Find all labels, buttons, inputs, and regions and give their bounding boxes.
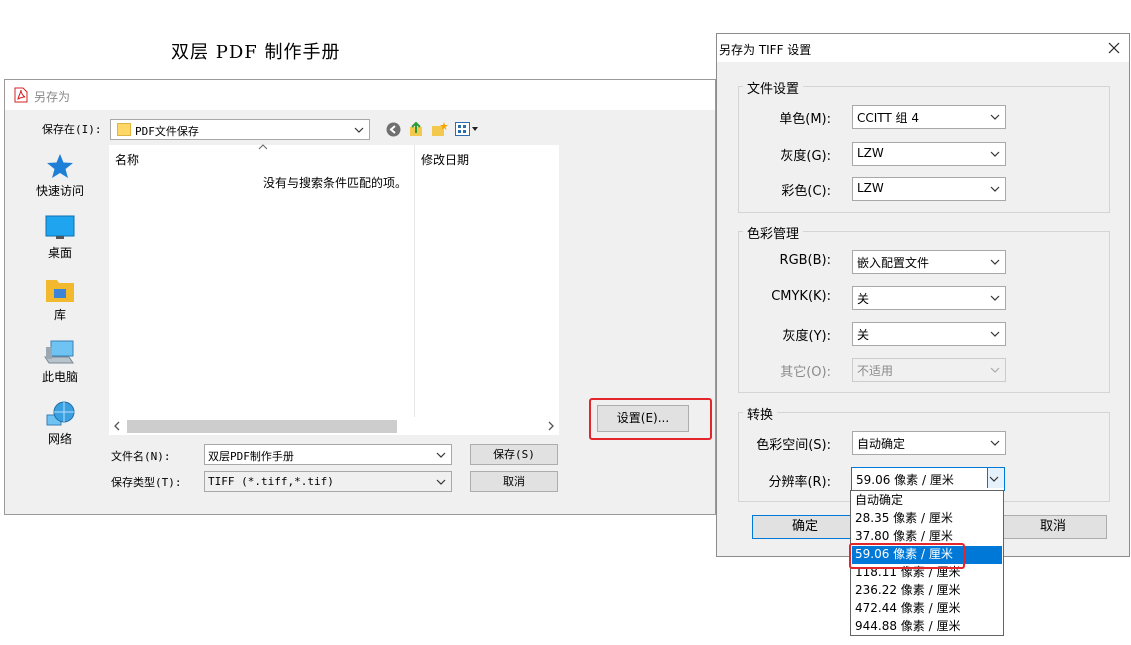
other-select: 不适用: [852, 358, 1006, 382]
back-icon[interactable]: [386, 122, 401, 137]
scroll-right-icon[interactable]: [547, 421, 555, 431]
resolution-option[interactable]: 944.88 像素 / 厘米: [852, 618, 1002, 636]
place-quick-access[interactable]: 快速访问: [11, 153, 109, 199]
filetype-value: TIFF (*.tiff,*.tif): [208, 475, 334, 488]
save-in-combo[interactable]: PDF文件保存: [110, 119, 370, 140]
cm-gray-value: 关: [857, 328, 870, 342]
desktop-icon: [45, 215, 75, 239]
mono-select[interactable]: CCITT 组 4: [852, 105, 1006, 129]
place-label: 库: [53, 308, 66, 322]
cm-gray-label: 灰度(Y):: [782, 329, 831, 344]
sort-up-icon: [258, 144, 268, 150]
rgb-value: 嵌入配置文件: [857, 256, 930, 270]
dialog-title: 另存为 TIFF 设置: [719, 43, 812, 57]
chevron-down-icon: [990, 367, 1000, 373]
column-header-date[interactable]: 修改日期: [421, 151, 469, 168]
chevron-down-icon: [990, 151, 1000, 157]
save-in-value: PDF文件保存: [135, 125, 199, 138]
scrollbar-thumb[interactable]: [127, 420, 397, 433]
view-menu-icon[interactable]: [455, 122, 479, 136]
computer-icon: [44, 340, 74, 364]
folder-icon: [117, 123, 131, 136]
colorspace-select[interactable]: 自动确定: [852, 431, 1006, 455]
network-icon: [46, 401, 75, 426]
gray-value: LZW: [857, 146, 884, 160]
filetype-select[interactable]: TIFF (*.tiff,*.tif): [204, 471, 452, 492]
places-bar: 快速访问 桌面 库 此电脑 网络: [11, 145, 109, 510]
color-select[interactable]: LZW: [852, 177, 1006, 201]
other-value: 不适用: [857, 364, 894, 378]
place-network[interactable]: 网络: [11, 401, 109, 447]
save-in-label: 保存在(I):: [42, 123, 102, 136]
chevron-down-icon: [990, 186, 1000, 192]
document-title: 双层 PDF 制作手册: [171, 42, 341, 63]
column-divider: [414, 145, 415, 417]
gray-label: 灰度(G):: [780, 149, 831, 164]
mono-label: 单色(M):: [779, 112, 831, 127]
scroll-left-icon[interactable]: [113, 421, 121, 431]
empty-message: 没有与搜索条件匹配的项。: [263, 176, 408, 190]
resolution-option[interactable]: 28.35 像素 / 厘米: [852, 510, 1002, 528]
save-button[interactable]: 保存(S): [470, 444, 558, 465]
chevron-down-icon: [990, 331, 1000, 337]
filename-label: 文件名(N):: [111, 450, 171, 463]
library-icon: [46, 280, 74, 302]
highlight-settings: [589, 398, 712, 440]
group-legend: 转换: [743, 404, 778, 423]
pdf-file-icon: [14, 87, 28, 103]
colorspace-label: 色彩空间(S):: [756, 438, 831, 453]
chevron-down-icon: [436, 479, 446, 485]
filename-input[interactable]: 双层PDF制作手册: [204, 444, 452, 465]
rgb-select[interactable]: 嵌入配置文件: [852, 250, 1006, 274]
place-label: 桌面: [47, 246, 72, 260]
save-as-titlebar[interactable]: [5, 80, 715, 110]
color-label: 彩色(C):: [781, 184, 831, 199]
colorspace-value: 自动确定: [857, 437, 906, 451]
new-folder-icon[interactable]: [431, 121, 448, 137]
close-icon[interactable]: [1108, 42, 1120, 54]
chevron-down-icon: [990, 440, 1000, 446]
resolution-option[interactable]: 自动确定: [852, 492, 1002, 510]
chevron-down-icon: [436, 452, 446, 458]
cancel-button[interactable]: 取消: [999, 515, 1107, 539]
cmyk-label: CMYK(K):: [771, 289, 831, 304]
ok-button[interactable]: 确定: [752, 515, 858, 539]
chevron-down-icon: [354, 127, 364, 133]
mono-value: CCITT 组 4: [857, 111, 920, 125]
group-legend: 色彩管理: [743, 223, 804, 242]
save-as-dialog: 另存为 保存在(I): PDF文件保存 快速访问 桌面 库 此电脑 网络 名称 …: [4, 79, 716, 515]
place-library[interactable]: 库: [11, 277, 109, 323]
group-legend: 文件设置: [743, 78, 804, 97]
gray-select[interactable]: LZW: [852, 142, 1006, 166]
rgb-label: RGB(B):: [779, 253, 831, 268]
cmyk-value: 关: [857, 292, 870, 306]
chevron-down-icon: [990, 114, 1000, 120]
chevron-down-icon: [990, 295, 1000, 301]
place-label: 快速访问: [35, 184, 84, 198]
resolution-label: 分辨率(R):: [768, 475, 831, 490]
place-this-pc[interactable]: 此电脑: [11, 339, 109, 385]
resolution-option[interactable]: 472.44 像素 / 厘米: [852, 600, 1002, 618]
cmyk-select[interactable]: 关: [852, 286, 1006, 310]
cancel-button[interactable]: 取消: [470, 471, 558, 492]
filename-value: 双层PDF制作手册: [208, 450, 294, 463]
resolution-select[interactable]: 59.06 像素 / 厘米: [851, 467, 1005, 491]
place-label: 网络: [47, 432, 72, 446]
chevron-down-icon: [990, 259, 1000, 265]
cm-gray-select[interactable]: 关: [852, 322, 1006, 346]
column-header-name[interactable]: 名称: [115, 151, 139, 168]
resolution-value: 59.06 像素 / 厘米: [856, 473, 954, 487]
place-label: 此电脑: [41, 370, 78, 384]
up-folder-icon[interactable]: [408, 121, 424, 137]
color-value: LZW: [857, 181, 884, 195]
tiff-settings-dialog: 另存为 TIFF 设置 文件设置 单色(M): CCITT 组 4 灰度(G):…: [716, 33, 1130, 557]
dialog-title: 另存为: [34, 90, 71, 104]
place-desktop[interactable]: 桌面: [11, 215, 109, 261]
filetype-label: 保存类型(T):: [111, 476, 182, 489]
resolution-option[interactable]: 236.22 像素 / 厘米: [852, 582, 1002, 600]
highlight-selected-resolution: [849, 543, 965, 569]
other-label: 其它(O):: [780, 365, 831, 380]
star-icon: [47, 154, 73, 178]
chevron-down-icon: [989, 476, 999, 482]
